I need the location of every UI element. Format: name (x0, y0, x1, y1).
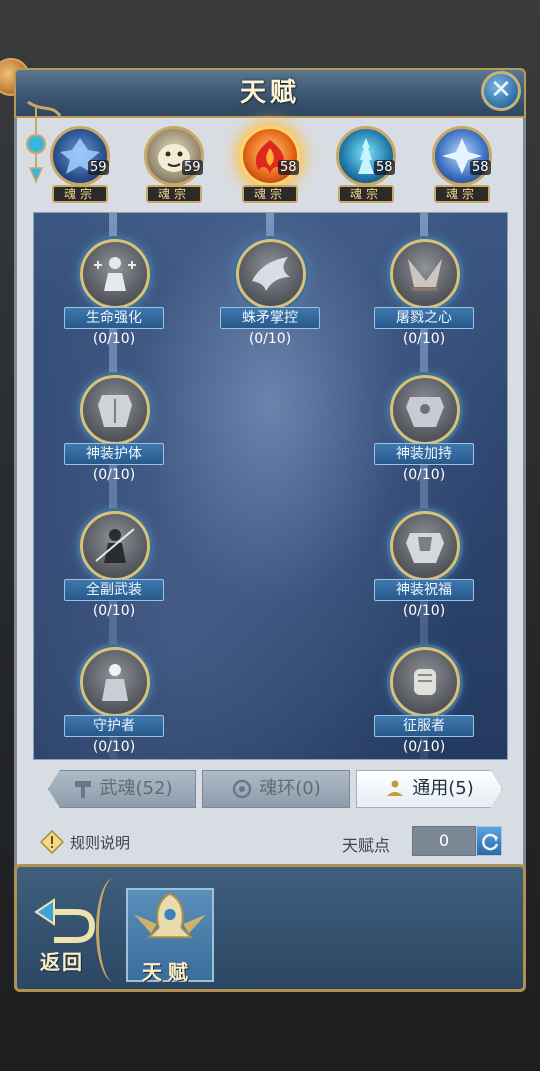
talent-name: 征服者 (374, 715, 474, 737)
page-title: 天赋 (239, 78, 300, 108)
rules-label: 规则说明 (70, 833, 131, 852)
talent-progress: (0/10) (92, 603, 136, 619)
talent-node[interactable]: 神装护体 (0/10) (64, 375, 164, 491)
talent-name: 蛛矛掌控 (220, 307, 320, 329)
hero-tag: 魂宗 (434, 185, 490, 203)
talent-tree-area: 生命强化 (0/10) 蛛矛掌控 (0/10) 屠戮之心 (0/10) 神装护体… (33, 212, 508, 760)
talent-node[interactable]: 神装祝福 (0/10) (374, 511, 474, 627)
talent-name: 神装祝福 (374, 579, 474, 601)
talent-node[interactable]: 生命强化 (0/10) (64, 239, 164, 355)
armor-bless-icon (406, 533, 444, 563)
armor-empower-icon (406, 397, 444, 427)
tab-hunhuan[interactable]: 魂环(0) (202, 770, 350, 808)
tab-label: 通用(5) (412, 778, 474, 799)
talent-node[interactable]: 全副武装 (0/10) (64, 511, 164, 627)
talent-name: 屠戮之心 (374, 307, 474, 329)
tab-label: 武魂(52) (99, 778, 173, 799)
hero-level: 58 (470, 160, 491, 175)
refresh-icon (482, 833, 499, 851)
reset-points-button[interactable] (476, 826, 502, 856)
tab-wuhun[interactable]: 武魂(52) (48, 770, 196, 808)
talent-node[interactable]: 屠戮之心 (0/10) (374, 239, 474, 355)
hero-level: 58 (374, 160, 395, 175)
slaughter-heart-icon (408, 259, 442, 291)
back-label: 返回 (40, 950, 84, 974)
back-arrow-icon (34, 898, 96, 943)
hero-level: 58 (278, 160, 299, 175)
hero-slot-1[interactable]: 59 魂宗 (42, 122, 116, 206)
hammer-icon (74, 781, 91, 798)
talent-progress: (0/10) (402, 467, 446, 483)
close-icon: ✕ (490, 75, 512, 105)
armor-guard-icon (98, 395, 132, 427)
hero-slot-5[interactable]: 58 魂宗 (424, 122, 498, 206)
hero-level: 59 (182, 160, 203, 175)
full-armed-icon (95, 528, 135, 563)
talent-name: 生命强化 (64, 307, 164, 329)
talent-progress: (0/10) (92, 331, 136, 347)
talent-name: 全副武装 (64, 579, 164, 601)
talent-name: 神装护体 (64, 443, 164, 465)
conqueror-icon (414, 669, 436, 695)
talent-nav-label: 天赋 (142, 960, 194, 984)
hero-tag: 魂宗 (242, 185, 298, 203)
spider-spear-icon (252, 257, 290, 291)
hero-slot-3[interactable]: 58 魂宗 (232, 122, 306, 206)
talent-node[interactable]: 守护者 (0/10) (64, 647, 164, 759)
talent-name: 神装加持 (374, 443, 474, 465)
talent-name: 守护者 (64, 715, 164, 737)
hero-slot-4[interactable]: 58 魂宗 (328, 122, 402, 206)
life-boost-icon (94, 257, 136, 291)
talent-progress: (0/10) (402, 603, 446, 619)
tab-tongyong[interactable]: 通用(5) (356, 770, 502, 808)
hero-tag: 魂宗 (146, 185, 202, 203)
talent-progress: (0/10) (92, 467, 136, 483)
soul-ring-icon (233, 779, 252, 799)
hero-tag: 魂宗 (338, 185, 394, 203)
talent-progress: (0/10) (402, 331, 446, 347)
tab-label: 魂环(0) (259, 778, 321, 799)
talent-node[interactable]: 征服者 (0/10) (374, 647, 474, 759)
talent-hero-icon (134, 892, 206, 939)
talent-progress: (0/10) (402, 739, 446, 755)
close-button[interactable]: ✕ (481, 71, 521, 111)
talent-points-label: 天赋点 (342, 836, 391, 855)
info-diamond-icon (40, 830, 64, 854)
talent-node[interactable]: 神装加持 (0/10) (374, 375, 474, 491)
talent-points-value: 0 (412, 826, 476, 856)
rules-link[interactable]: 规则说明 (40, 828, 130, 856)
talent-node[interactable]: 蛛矛掌控 (0/10) (220, 239, 320, 355)
hero-tag: 魂宗 (52, 185, 108, 203)
guardian-icon (102, 664, 128, 701)
hero-level: 59 (88, 160, 109, 175)
talent-progress: (0/10) (248, 331, 292, 347)
talent-progress: (0/10) (92, 739, 136, 755)
meditate-icon (387, 780, 404, 796)
hero-slot-2[interactable]: 59 魂宗 (136, 122, 210, 206)
